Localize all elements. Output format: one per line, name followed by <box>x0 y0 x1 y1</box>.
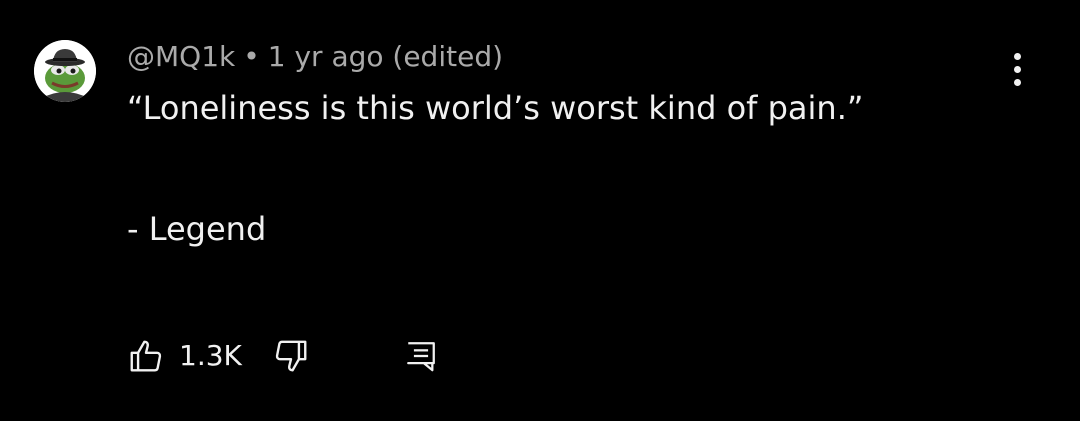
more-vert-icon-dot <box>1013 78 1021 86</box>
comment-meta: @MQ1k • 1 yr ago (edited) <box>127 39 503 75</box>
comment-actions: 1.3K <box>127 334 438 378</box>
pepe-avatar-icon <box>34 40 96 102</box>
comment-timestamp: 1 yr ago (edited) <box>267 40 504 73</box>
avatar[interactable] <box>34 40 96 102</box>
thumbs-down-icon <box>275 340 307 372</box>
comment-text: “Loneliness is this world’s worst kind o… <box>127 86 863 251</box>
comment-blank-lines <box>127 130 863 207</box>
reply-comment-icon <box>407 342 435 372</box>
like-button[interactable] <box>127 337 165 375</box>
more-options-button[interactable] <box>1000 48 1034 90</box>
like-count: 1.3K <box>179 339 242 372</box>
more-vert-icon-dot <box>1013 52 1021 60</box>
comment-item: @MQ1k • 1 yr ago (edited) “Loneliness is t… <box>0 0 1080 421</box>
more-vert-icon-dot <box>1013 65 1021 73</box>
thumbs-up-icon <box>130 340 162 372</box>
reply-button[interactable] <box>404 339 438 373</box>
author-name[interactable]: @MQ1k <box>127 40 235 73</box>
comment-line-attribution: - Legend <box>127 210 267 248</box>
meta-separator: • <box>243 40 260 73</box>
dislike-button[interactable] <box>272 337 310 375</box>
comment-line-quote: “Loneliness is this world’s worst kind o… <box>127 89 864 127</box>
